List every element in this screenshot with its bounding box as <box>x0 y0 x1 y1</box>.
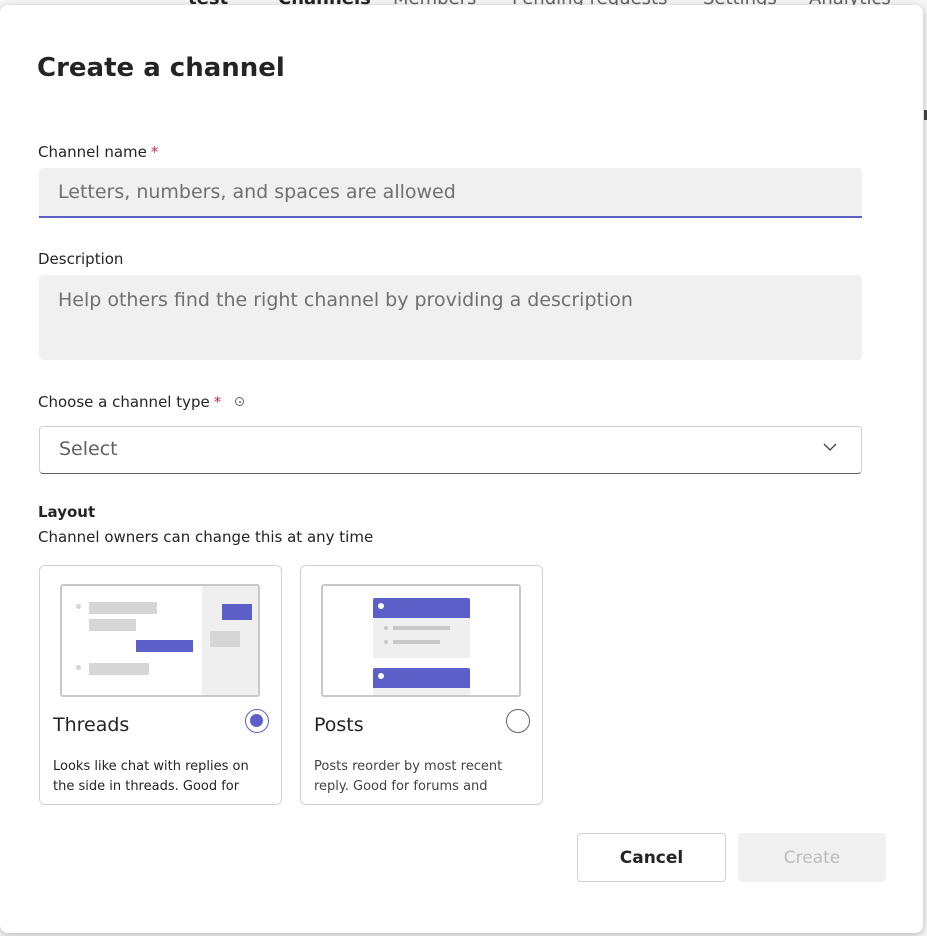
preview-block <box>210 631 240 647</box>
channel-name-label-text: Channel name <box>38 143 147 161</box>
preview-line <box>89 619 136 631</box>
preview-post-header <box>373 598 470 618</box>
required-mark: * <box>213 393 222 411</box>
threads-option-name: Threads <box>53 714 130 736</box>
channel-type-label: Choose a channel type * <box>38 393 245 411</box>
preview-dot <box>76 665 81 670</box>
layout-option-threads[interactable]: Threads Looks like chat with replies on … <box>39 565 282 805</box>
channel-name-input[interactable] <box>39 168 862 218</box>
threads-preview-image <box>60 584 260 697</box>
create-button[interactable]: Create <box>738 833 886 882</box>
required-mark: * <box>150 143 159 161</box>
layout-subtitle: Channel owners can change this at any ti… <box>38 528 374 546</box>
preview-dot <box>378 673 384 679</box>
cancel-button[interactable]: Cancel <box>577 833 726 882</box>
dialog-title: Create a channel <box>37 53 285 83</box>
preview-dot <box>384 626 388 630</box>
preview-dot <box>384 640 388 644</box>
preview-line <box>89 663 149 675</box>
preview-line <box>393 640 440 644</box>
info-icon[interactable] <box>235 397 245 406</box>
description-input[interactable] <box>39 275 862 360</box>
channel-type-selected-value: Select <box>59 438 118 460</box>
channel-type-label-text: Choose a channel type <box>38 393 210 411</box>
preview-line <box>89 602 157 614</box>
posts-option-name: Posts <box>314 714 364 736</box>
threads-radio[interactable] <box>245 709 269 733</box>
preview-post-body <box>373 688 470 695</box>
create-channel-dialog: Create a channel Channel name* Descripti… <box>0 5 923 933</box>
preview-dot <box>378 603 384 609</box>
chevron-down-icon <box>823 443 837 451</box>
preview-line <box>393 626 450 630</box>
threads-option-description: Looks like chat with replies on the side… <box>53 759 249 794</box>
preview-post-body <box>373 618 470 658</box>
preview-post-header <box>373 668 470 688</box>
preview-highlight-block <box>222 604 252 620</box>
layout-option-posts[interactable]: Posts Posts reorder by most recent reply… <box>300 565 543 805</box>
posts-preview-image <box>321 584 521 697</box>
preview-dot <box>76 604 81 609</box>
description-label: Description <box>38 250 124 268</box>
channel-name-label: Channel name * <box>38 143 158 161</box>
posts-radio[interactable] <box>506 709 530 733</box>
layout-title: Layout <box>38 503 96 521</box>
preview-highlight-line <box>136 640 193 652</box>
posts-option-description: Posts reorder by most recent reply. Good… <box>314 759 503 794</box>
channel-type-select[interactable]: Select <box>39 426 862 474</box>
